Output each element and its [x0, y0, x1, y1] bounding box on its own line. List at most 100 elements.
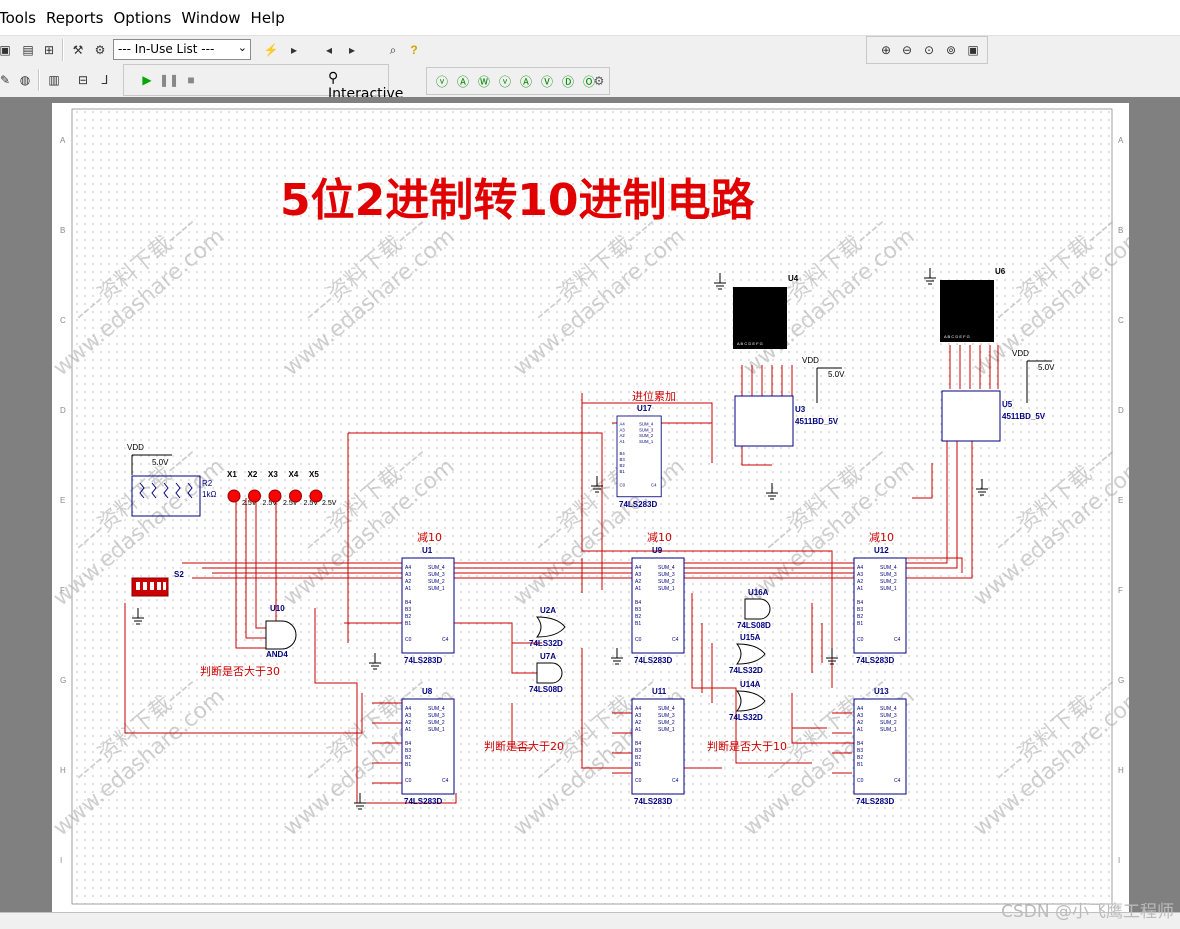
forward-annotate-icon[interactable]: ▸ — [343, 41, 361, 59]
svg-text:U1: U1 — [422, 546, 433, 555]
voltage-current-probe-icon[interactable]: Ⓐ — [517, 72, 535, 90]
row-label: H — [60, 766, 66, 775]
row-label: B — [60, 226, 65, 235]
probe-settings-icon[interactable]: ⚙ — [590, 72, 608, 90]
probe-tool-icon[interactable]: ✎ — [0, 71, 14, 89]
svg-text:判断是否大于30: 判断是否大于30 — [200, 664, 280, 678]
svg-text:74LS283D: 74LS283D — [856, 797, 894, 806]
power-probe-icon[interactable]: Ⓦ — [475, 72, 493, 90]
schematic-title: 5位2进制转10进制电路 — [280, 175, 755, 226]
menu-reports[interactable]: Reports — [39, 9, 111, 27]
run-icon[interactable]: ▶ — [138, 71, 156, 89]
back-annotate-icon[interactable]: ◂ — [320, 41, 338, 59]
menu-help[interactable]: Help — [244, 9, 292, 27]
transfer-icon[interactable]: ▸ — [285, 41, 303, 59]
svg-text:5.0V: 5.0V — [1038, 363, 1055, 372]
svg-text:R2: R2 — [202, 479, 213, 488]
svg-text:U15A: U15A — [740, 633, 761, 642]
schematic-canvas[interactable]: A4A3A2A1 B4B3B2B1 C0 SUM_4SUM_3SUM_2SUM_… — [52, 103, 1129, 913]
svg-text:X3: X3 — [268, 470, 278, 479]
row-label: D — [60, 406, 66, 415]
svg-text:A B C D E F G: A B C D E F G — [944, 334, 970, 339]
svg-text:U2A: U2A — [540, 606, 556, 615]
svg-text:74LS283D: 74LS283D — [404, 797, 442, 806]
svg-text:U17: U17 — [637, 404, 652, 413]
erc-icon[interactable]: ⚡ — [262, 41, 280, 59]
toolbar-separator — [38, 69, 40, 91]
svg-text:U13: U13 — [874, 687, 889, 696]
full-screen-icon[interactable]: ▣ — [964, 41, 982, 59]
menu-tools[interactable]: Tools — [0, 9, 43, 27]
step-icon[interactable]: ⅃ — [96, 71, 114, 89]
in-use-list-select[interactable]: --- In-Use List --- ⌄ — [113, 39, 251, 60]
svg-text:U9: U9 — [652, 546, 663, 555]
component-wizard-icon[interactable]: ⚒ — [69, 41, 87, 59]
voltage-probe-icon[interactable]: ⓥ — [433, 72, 451, 90]
row-label: C — [60, 316, 66, 325]
grapher-icon[interactable]: ▣ — [0, 41, 14, 59]
zoom-toolbar: ⊕ ⊖ ⊙ ⊚ ▣ — [866, 36, 988, 64]
svg-text:VDD: VDD — [127, 443, 144, 452]
find-icon[interactable]: ⌕ — [384, 41, 402, 59]
svg-text:U5: U5 — [1002, 400, 1013, 409]
postprocessor-icon[interactable]: ▥ — [45, 71, 63, 89]
menu-bar: Tools Reports Options Window Help — [0, 0, 1180, 36]
svg-text:X1: X1 — [227, 470, 237, 479]
place-component-icon[interactable]: ⚙ — [91, 41, 109, 59]
svg-text:1kΩ: 1kΩ — [202, 490, 216, 499]
zoom-out-icon[interactable]: ⊖ — [898, 41, 916, 59]
row-label: C — [1118, 316, 1124, 325]
schematic-sheet[interactable]: A4A3A2A1 B4B3B2B1 C0 SUM_4SUM_3SUM_2SUM_… — [52, 103, 1129, 913]
svg-text:5.0V: 5.0V — [152, 458, 169, 467]
net-icon[interactable]: ⊟ — [74, 71, 92, 89]
csdn-credit: CSDN @小飞鹰工程师 — [1001, 902, 1174, 922]
svg-text:U7A: U7A — [540, 652, 556, 661]
svg-text:VDD: VDD — [1012, 349, 1029, 358]
zoom-area-icon[interactable]: ⊙ — [920, 41, 938, 59]
svg-text:74LS32D: 74LS32D — [729, 666, 763, 675]
svg-text:U8: U8 — [422, 687, 433, 696]
spreadsheet-icon[interactable]: ▤ — [19, 41, 37, 59]
row-label: G — [1118, 676, 1124, 685]
svg-text:4511BD_5V: 4511BD_5V — [795, 417, 839, 426]
svg-text:S2: S2 — [174, 570, 184, 579]
help-icon[interactable]: ? — [405, 41, 423, 59]
row-label: I — [60, 856, 62, 865]
current-probe-icon[interactable]: Ⓐ — [454, 72, 472, 90]
wrench-icon: ⚲ — [328, 70, 339, 86]
differential-probe-icon[interactable]: ⓥ — [496, 72, 514, 90]
adder-u8[interactable]: U8 74LS283D — [401, 687, 455, 806]
row-label: A — [60, 136, 66, 145]
digital-probe-icon[interactable]: Ⓓ — [559, 72, 577, 90]
note-greater-10: 判断是否大于10 — [707, 739, 787, 753]
zoom-in-icon[interactable]: ⊕ — [877, 41, 895, 59]
pause-icon[interactable]: ❚❚ — [159, 71, 179, 89]
simulation-toolbar: ✎ ◍ ▥ ⊟ ⅃ ▶ ❚❚ ■ ⚲ Interactive ⓥ Ⓐ Ⓦ ⓥ Ⓐ… — [0, 64, 1180, 102]
menu-options[interactable]: Options — [107, 9, 179, 27]
adder-u11[interactable]: U11 74LS283D — [631, 687, 685, 806]
menu-window[interactable]: Window — [174, 9, 247, 27]
row-label: D — [1118, 406, 1124, 415]
analysis-icon[interactable]: ◍ — [16, 71, 34, 89]
svg-text:74LS283D: 74LS283D — [634, 656, 672, 665]
toolbar-separator — [62, 39, 64, 61]
svg-text:74LS283D: 74LS283D — [619, 500, 657, 509]
svg-text:U11: U11 — [652, 687, 667, 696]
svg-text:74LS283D: 74LS283D — [404, 656, 442, 665]
svg-text:减10: 减10 — [647, 531, 672, 544]
svg-text:VDD: VDD — [802, 356, 819, 365]
svg-text:5.0V: 5.0V — [828, 370, 845, 379]
svg-text:减10: 减10 — [417, 531, 442, 544]
svg-text:U10: U10 — [270, 604, 285, 613]
svg-text:A B C D E F G: A B C D E F G — [737, 341, 763, 346]
database-icon[interactable]: ⊞ — [40, 41, 58, 59]
svg-text:U6: U6 — [995, 267, 1006, 276]
stop-icon[interactable]: ■ — [182, 71, 200, 89]
svg-text:74LS283D: 74LS283D — [856, 656, 894, 665]
row-label: E — [60, 496, 65, 505]
main-toolbar: ▣ ▤ ⊞ ⚒ ⚙ --- In-Use List --- ⌄ ⚡ ▸ ◂ ▸ ⌕… — [0, 36, 1180, 64]
zoom-fit-icon[interactable]: ⊚ — [942, 41, 960, 59]
svg-text:X5: X5 — [309, 470, 319, 479]
reference-probe-icon[interactable]: Ⓥ — [538, 72, 556, 90]
adder-u13[interactable]: U13 74LS283D — [853, 687, 907, 806]
